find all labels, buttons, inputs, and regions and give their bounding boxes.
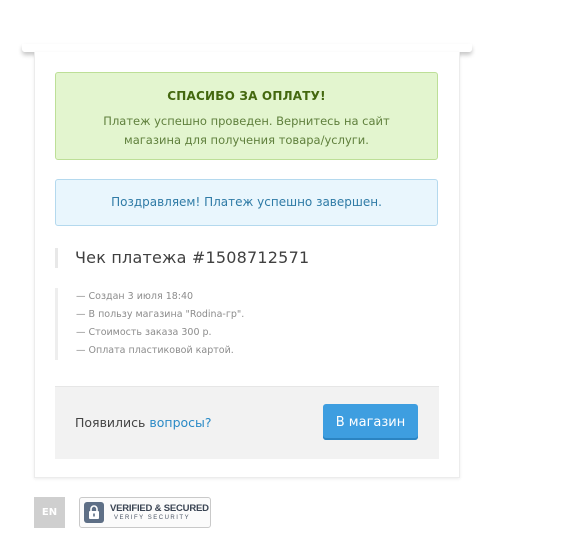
detail-created: Создан 3 июля 18:40 bbox=[76, 288, 244, 306]
detail-merchant: В пользу магазина "Rodina-гр". bbox=[76, 306, 245, 324]
questions-prefix: Появились bbox=[75, 415, 150, 430]
footer-box: Появились вопросы? В магазин bbox=[55, 386, 439, 459]
badge-title: VERIFIED & SECURED bbox=[110, 503, 209, 514]
lock-icon bbox=[84, 502, 104, 523]
questions-text: Появились вопросы? bbox=[75, 415, 212, 430]
success-alert: СПАСИБО ЗА ОПЛАТУ! Платеж успешно провед… bbox=[55, 72, 438, 160]
badge-subtitle: VERIFY SECURITY bbox=[114, 515, 191, 521]
success-title: СПАСИБО ЗА ОПЛАТУ! bbox=[167, 89, 326, 103]
detail-payment-method: Оплата пластиковой картой. bbox=[76, 342, 244, 360]
verified-secured-badge[interactable]: VERIFIED & SECURED VERIFY SECURITY bbox=[79, 497, 211, 528]
to-shop-button[interactable]: В магазин bbox=[323, 404, 418, 440]
success-message-line-2: магазина для получения товара/услуги. bbox=[124, 133, 369, 147]
language-switch-button[interactable]: EN bbox=[34, 497, 65, 528]
card-top-shadow bbox=[22, 44, 472, 52]
success-message: Платеж успешно проведен. Вернитесь на са… bbox=[56, 112, 437, 150]
receipt-title: Чек платежа #1508712571 bbox=[55, 248, 309, 268]
receipt-details: Создан 3 июля 18:40 В пользу магазина "R… bbox=[55, 288, 244, 360]
payment-card: СПАСИБО ЗА ОПЛАТУ! Платеж успешно провед… bbox=[34, 52, 460, 478]
success-message-line-1: Платеж успешно проведен. Вернитесь на са… bbox=[103, 114, 390, 128]
questions-link[interactable]: вопросы? bbox=[149, 415, 211, 430]
detail-amount: Стоимость заказа 300 р. bbox=[76, 324, 244, 342]
info-alert: Поздравляем! Платеж успешно завершен. bbox=[55, 179, 438, 226]
